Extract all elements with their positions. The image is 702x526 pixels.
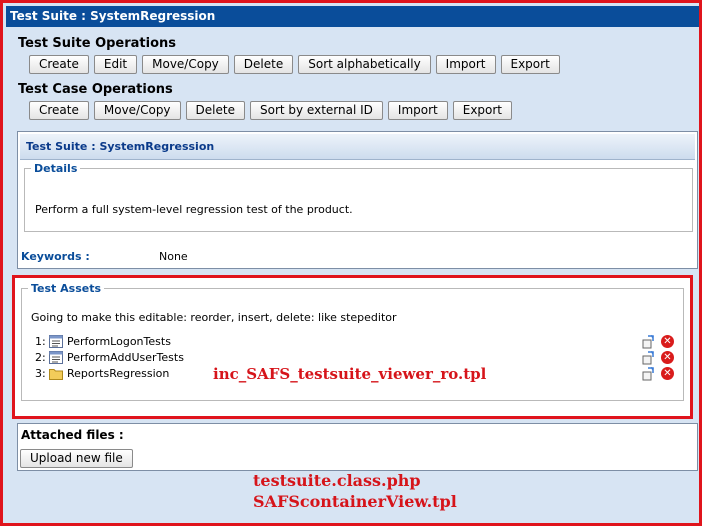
- case-ops-heading: Test Case Operations: [18, 82, 173, 97]
- details-fieldset: Details Perform a full system-level regr…: [24, 162, 693, 232]
- suite-delete-button[interactable]: Delete: [233, 55, 294, 74]
- case-move-copy-button[interactable]: Move/Copy: [93, 101, 181, 120]
- asset-name[interactable]: PerformAddUserTests: [67, 351, 184, 364]
- delete-icon[interactable]: ✕: [661, 335, 674, 348]
- window-title: Test Suite : SystemRegression: [6, 6, 699, 27]
- attached-files-label: Attached files :: [21, 428, 124, 442]
- suite-import-button[interactable]: Import: [435, 55, 496, 74]
- asset-number: 3:: [35, 367, 46, 380]
- details-legend: Details: [34, 162, 78, 175]
- testcase-icon: [49, 351, 63, 364]
- delete-icon[interactable]: ✕: [661, 367, 674, 380]
- class-php-annotation: testsuite.class.php: [253, 471, 421, 490]
- keywords-label: Keywords :: [21, 250, 90, 263]
- list-item[interactable]: 2: PerformAddUserTests: [35, 350, 184, 365]
- case-export-button[interactable]: Export: [452, 101, 513, 120]
- asset-name[interactable]: PerformLogonTests: [67, 335, 171, 348]
- page-frame: Test Suite : SystemRegression Test Suite…: [0, 0, 702, 526]
- keywords-value: None: [159, 250, 188, 263]
- asset-number: 1:: [35, 335, 46, 348]
- container-template-annotation: SAFScontainerView.tpl: [253, 492, 457, 511]
- suite-ops-heading: Test Suite Operations: [18, 36, 177, 51]
- list-item[interactable]: 3: ReportsRegression: [35, 366, 169, 381]
- suite-move-copy-button[interactable]: Move/Copy: [142, 55, 229, 74]
- move-icon[interactable]: [642, 366, 655, 381]
- attachments-panel: Attached files : Upload new file: [17, 423, 698, 471]
- delete-icon[interactable]: ✕: [661, 351, 674, 364]
- suite-sort-alphabetically-button[interactable]: Sort alphabetically: [298, 55, 431, 74]
- case-import-button[interactable]: Import: [387, 101, 448, 120]
- upload-file-button[interactable]: Upload new file: [20, 449, 133, 468]
- suite-edit-button[interactable]: Edit: [93, 55, 138, 74]
- list-item[interactable]: 1: PerformLogonTests: [35, 334, 171, 349]
- case-ops-toolbar: Create Move/Copy Delete Sort by external…: [29, 101, 513, 120]
- case-delete-button[interactable]: Delete: [185, 101, 245, 120]
- asset-number: 2:: [35, 351, 46, 364]
- move-icon[interactable]: [642, 350, 655, 365]
- test-assets-region: Test Assets Going to make this editable:…: [12, 275, 693, 419]
- test-assets-note: Going to make this editable: reorder, in…: [31, 311, 397, 324]
- viewer-template-annotation: inc_SAFS_testsuite_viewer_ro.tpl: [213, 365, 487, 383]
- suite-create-button[interactable]: Create: [29, 55, 89, 74]
- row-actions: ✕: [642, 350, 674, 365]
- suite-panel-header: Test Suite : SystemRegression: [20, 134, 695, 160]
- move-icon[interactable]: [642, 334, 655, 349]
- row-actions: ✕: [642, 366, 674, 381]
- case-sort-external-id-button[interactable]: Sort by external ID: [249, 101, 383, 120]
- asset-name[interactable]: ReportsRegression: [67, 367, 169, 380]
- row-actions: ✕: [642, 334, 674, 349]
- suite-description: Perform a full system-level regression t…: [35, 203, 353, 216]
- folder-icon: [49, 369, 63, 380]
- case-create-button[interactable]: Create: [29, 101, 89, 120]
- testcase-icon: [49, 335, 63, 348]
- test-assets-legend: Test Assets: [31, 282, 102, 295]
- suite-export-button[interactable]: Export: [500, 55, 560, 74]
- suite-details-panel: Test Suite : SystemRegression Details Pe…: [17, 131, 698, 269]
- suite-ops-toolbar: Create Edit Move/Copy Delete Sort alphab…: [29, 55, 560, 74]
